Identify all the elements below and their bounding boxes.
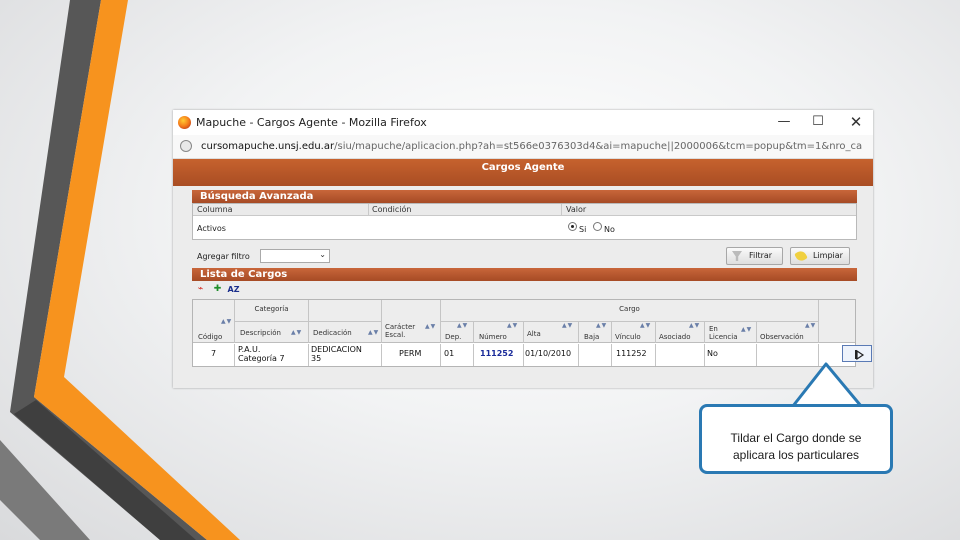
sort-arrows-icon[interactable]: ▲▼ [640, 322, 651, 329]
sort-arrows-icon[interactable]: ▲▼ [368, 329, 379, 336]
header-baja[interactable]: Baja [584, 333, 599, 341]
pdf-icon[interactable]: ⌁ [194, 283, 207, 296]
radio-si[interactable] [568, 222, 577, 231]
group-categoria: Categoría [254, 305, 289, 313]
header-escal[interactable]: Escal. [385, 331, 405, 339]
header-asociado[interactable]: Asociado [659, 333, 691, 341]
url-domain: cursomapuche.unsj.edu.ar [201, 141, 335, 152]
sort-arrows-icon[interactable]: ▲▼ [596, 322, 607, 329]
header-descripcion[interactable]: Descripción [240, 329, 281, 337]
sort-arrows-icon[interactable]: ▲▼ [507, 322, 518, 329]
cell-dedicacion-2: 35 [311, 354, 322, 363]
callout-line-1: Tildar el Cargo donde se [730, 431, 862, 445]
close-button[interactable]: ✕ [845, 113, 867, 131]
globe-icon [180, 140, 192, 152]
cell-descripcion: P.A.U. [238, 345, 261, 354]
header-dedicacion[interactable]: Dedicación [313, 329, 352, 337]
cell-licencia: No [707, 349, 718, 358]
agregar-filtro-select[interactable]: ⌄ [260, 249, 330, 263]
header-numero[interactable]: Número [479, 333, 507, 341]
radio-no-label: No [604, 225, 615, 234]
url-text[interactable]: cursomapuche.unsj.edu.ar/siu/mapuche/apl… [201, 141, 869, 152]
cell-dedicacion: DEDICACION [311, 345, 362, 354]
cell-vinculo: 111252 [616, 349, 647, 358]
limpiar-label: Limpiar [813, 251, 843, 260]
app-header: Cargos Agente [173, 159, 873, 186]
search-box: Columna Condición Valor Activos Si No [192, 203, 857, 240]
callout-line-2: aplicara los particulares [732, 448, 860, 462]
header-observacion[interactable]: Observación [760, 333, 804, 341]
sort-arrows-icon[interactable]: ▲▼ [805, 322, 816, 329]
sort-arrows-icon[interactable]: ▲▼ [425, 323, 436, 330]
sort-arrows-icon[interactable]: ▲▼ [291, 329, 302, 336]
limpiar-button[interactable]: Limpiar [790, 247, 850, 265]
sort-arrows-icon[interactable]: ▲▼ [741, 326, 752, 333]
broom-icon [794, 249, 808, 263]
sort-arrows-icon[interactable]: ▲▼ [221, 318, 232, 325]
table-header: Categoría Cargo ▲▼ Código ▲▼ Descripción… [193, 300, 855, 343]
header-vinculo[interactable]: Vínculo [615, 333, 641, 341]
header-en[interactable]: En [709, 325, 718, 333]
cell-descripcion-2: Categoría 7 [238, 354, 285, 363]
sort-az-icon[interactable]: AZ [227, 283, 240, 296]
funnel-icon [732, 251, 742, 261]
excel-icon[interactable]: ✚ [211, 283, 224, 296]
table-row[interactable]: 7 P.A.U. Categoría 7 DEDICACION 35 PERM … [193, 344, 855, 366]
cell-alta: 01/10/2010 [525, 349, 572, 358]
header-licencia[interactable]: Licencia [709, 333, 738, 341]
browser-window: Mapuche - Cargos Agente - Mozilla Firefo… [173, 110, 873, 388]
agregar-filtro-label: Agregar filtro [197, 252, 250, 261]
url-bar[interactable]: cursomapuche.unsj.edu.ar/siu/mapuche/apl… [173, 135, 873, 159]
col-condicion: Condición [372, 205, 412, 214]
firefox-icon [178, 116, 191, 129]
sort-arrows-icon[interactable]: ▲▼ [562, 322, 573, 329]
select-arrow-icon [855, 349, 865, 361]
header-dep[interactable]: Dep. [445, 333, 461, 341]
window-title: Mapuche - Cargos Agente - Mozilla Firefo… [196, 116, 427, 129]
cell-numero[interactable]: 111252 [480, 349, 513, 358]
header-alta[interactable]: Alta [527, 330, 541, 338]
group-cargo: Cargo [619, 305, 640, 313]
col-valor: Valor [566, 205, 587, 214]
select-row-button[interactable] [842, 345, 872, 362]
window-titlebar: Mapuche - Cargos Agente - Mozilla Firefo… [173, 110, 873, 135]
filtrar-button[interactable]: Filtrar [726, 247, 783, 265]
sort-arrows-icon[interactable]: ▲▼ [457, 322, 468, 329]
filter-activos-label: Activos [197, 224, 226, 233]
radio-si-label: Si [579, 225, 587, 234]
cargos-table: Categoría Cargo ▲▼ Código ▲▼ Descripción… [192, 299, 872, 367]
sort-arrows-icon[interactable]: ▲▼ [689, 322, 700, 329]
header-caracter[interactable]: Carácter [385, 323, 415, 331]
callout-text: Tildar el Cargo donde se aplicara los pa… [702, 430, 890, 464]
filtrar-label: Filtrar [749, 251, 773, 260]
radio-no[interactable] [593, 222, 602, 231]
cell-caracter: PERM [399, 349, 422, 358]
cell-dep: 01 [444, 349, 455, 358]
lista-title[interactable]: Lista de Cargos [192, 268, 857, 281]
cell-codigo: 7 [211, 349, 217, 358]
busqueda-title[interactable]: Búsqueda Avanzada [192, 190, 857, 203]
minimize-button[interactable]: — [773, 113, 795, 131]
chevron-down-icon: ⌄ [319, 250, 326, 259]
url-path: /siu/mapuche/aplicacion.php?ah=st566e037… [334, 141, 863, 152]
callout-box: Tildar el Cargo donde se aplicara los pa… [699, 404, 893, 474]
search-header: Columna Condición Valor [193, 204, 856, 216]
col-columna: Columna [197, 205, 233, 214]
header-codigo[interactable]: Código [198, 333, 222, 341]
maximize-button[interactable]: ☐ [807, 113, 829, 131]
